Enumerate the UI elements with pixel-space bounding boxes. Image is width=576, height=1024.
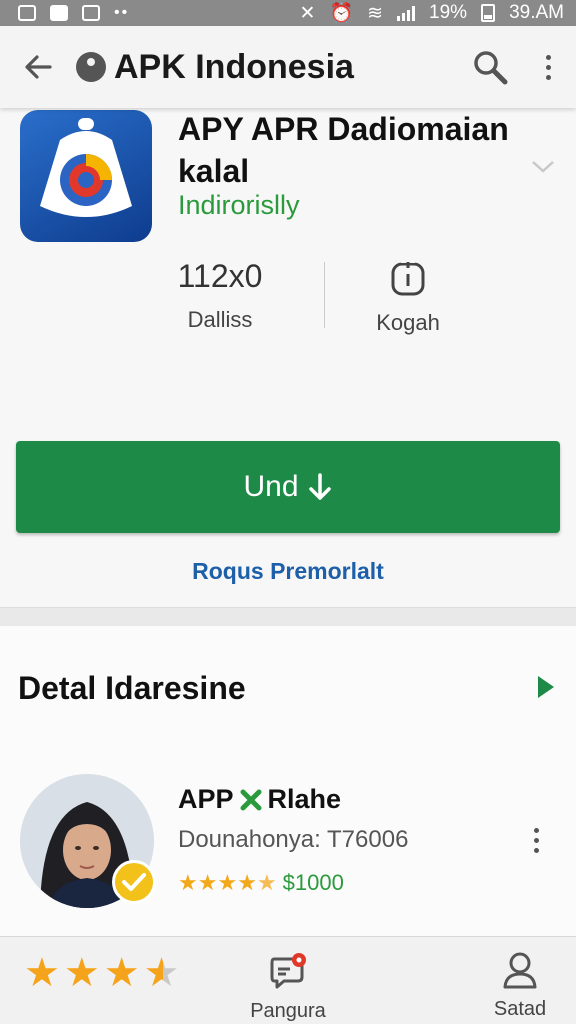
star-half-icon: ★ [143,951,180,995]
download-arrow-icon [308,473,331,500]
item-rating: ★ ★ ★ ★ ★ $1000 [178,870,344,896]
page-title: APK Indonesia [114,47,354,86]
mute-icon: ✕ [299,2,316,24]
app-logo-icon [40,118,132,217]
more-vert-icon [534,828,539,853]
downloads-stat: 112x0 Dalliss [150,258,290,333]
star-icon: ★ [103,951,140,995]
camera-notification-icon [82,5,100,21]
app-header-card: APY APR Dadiomaian kalal Indirorislly 11… [0,108,576,608]
item-price: $1000 [282,870,344,895]
star-icon: ★ [24,951,60,995]
nav-messages-label: Pangura [250,1000,326,1022]
play-arrow-icon [538,676,554,698]
stat-divider [324,262,325,328]
more-notifications-icon: •• [114,4,130,21]
promo-link[interactable]: Roqus Premorlalt [0,558,576,585]
search-icon [474,51,508,85]
details-section: Detal Idaresine APP Rlahe Dounahonya: T7… [0,626,576,936]
alarm-icon: ⏰ [329,3,354,24]
clock: 39.AM [509,2,564,23]
star-icon: ★ [237,870,257,895]
star-icon: ★ [217,870,238,895]
store-logo-icon [76,52,106,82]
expand-button[interactable] [530,154,556,182]
search-button[interactable] [460,48,520,86]
signal-icon [397,5,416,21]
star-icon: ★ [178,870,198,895]
section-title: Detal Idaresine [18,670,246,706]
star-half-icon: ★ [256,870,277,895]
back-button[interactable] [0,51,76,83]
item-overflow-button[interactable] [534,828,539,853]
battery-percent: 19% [429,2,468,23]
info-stat[interactable]: Kogah [340,258,476,336]
bottom-navigation: ★ ★ ★ ★ Pangura Satad [0,936,576,1024]
status-bar: •• ✕ ⏰ ≋ 19% 39.AM [0,0,576,26]
nav-profile-label: Satad [493,998,547,1020]
nav-messages[interactable]: Pangura [238,951,338,1023]
developer-link[interactable]: Indirorislly [178,190,300,221]
item-subtitle: Dounahonya: T76006 [178,826,409,853]
message-icon [270,953,306,989]
nav-profile[interactable]: Satad [480,951,560,1021]
gallery-notification-icon [18,5,36,21]
battery-icon [481,4,496,22]
wifi-icon: ≋ [367,2,384,24]
more-vert-icon [545,54,551,80]
message-notification-icon [50,5,68,21]
star-icon: ★ [197,870,218,895]
star-icon: ★ [63,951,100,995]
chevron-down-icon [532,161,554,173]
arrow-left-icon [25,55,52,79]
downloads-value: 112x0 [177,258,263,294]
app-name: APY APR Dadiomaian kalal [178,111,509,189]
item-title[interactable]: APP Rlahe [178,784,341,815]
user-icon [503,952,537,989]
app-bar: APK Indonesia [0,26,576,108]
verified-badge [112,860,156,904]
overflow-menu-button[interactable] [520,54,576,80]
install-button[interactable]: Und [16,441,560,533]
info-label: Kogah [376,310,440,335]
app-icon[interactable] [20,110,152,242]
puzzle-icon [240,789,262,810]
downloads-label: Dalliss [187,307,253,332]
install-label: Und [243,470,299,503]
rating-stars[interactable]: ★ ★ ★ ★ [24,953,179,993]
section-more-button[interactable] [536,674,556,705]
check-icon [122,873,146,891]
info-timer-icon [391,259,425,296]
